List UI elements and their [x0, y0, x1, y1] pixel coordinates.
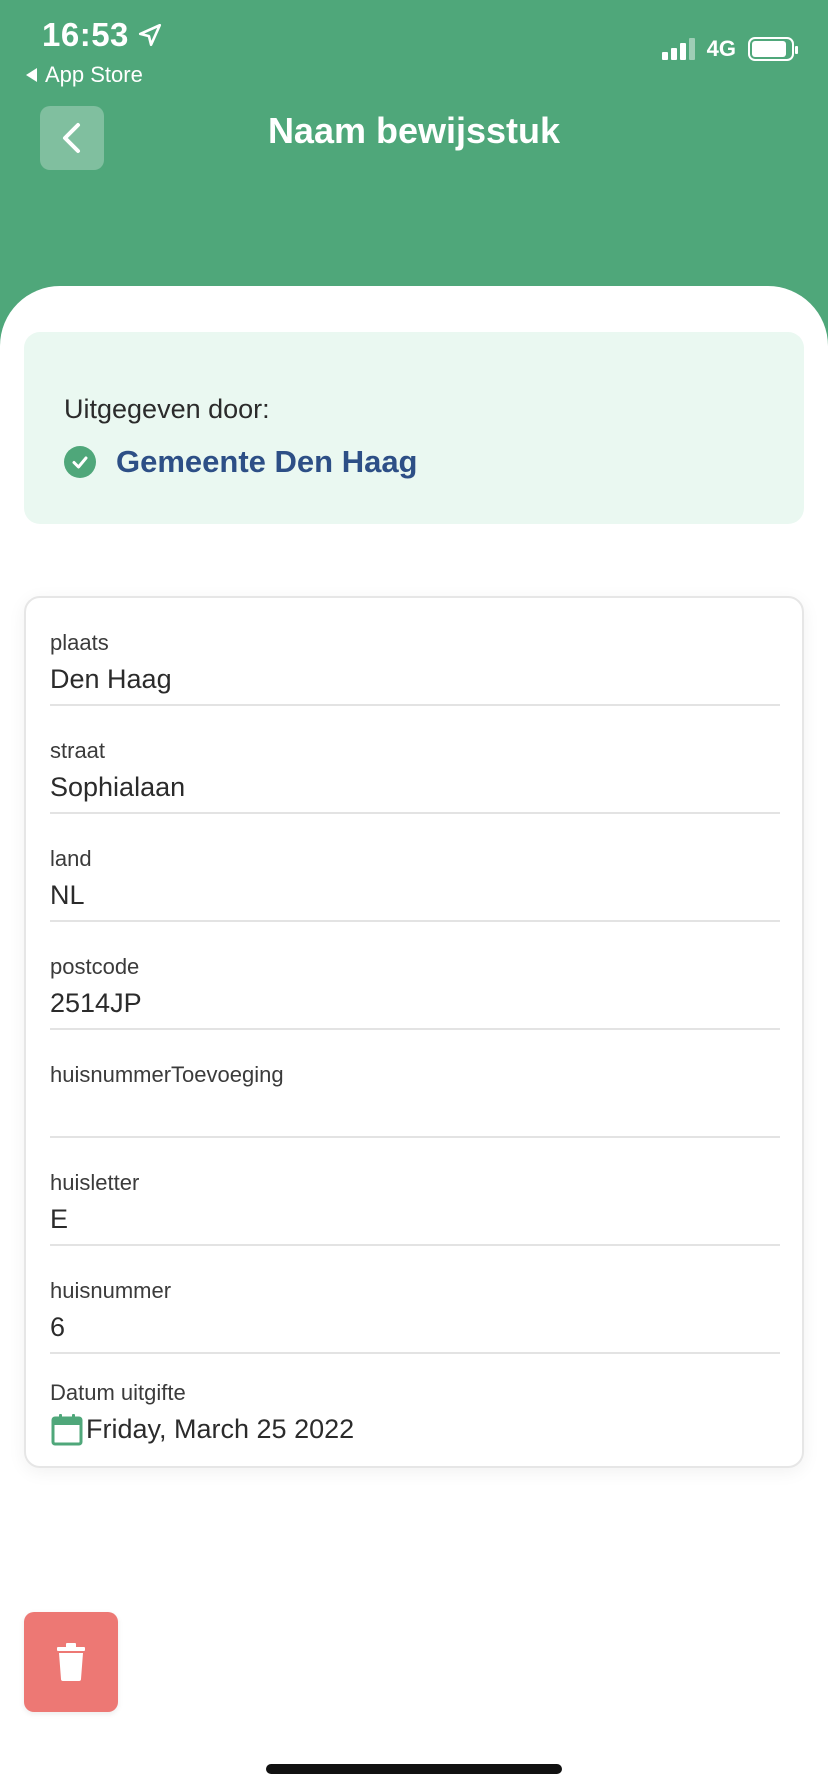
divider: [50, 1352, 780, 1354]
back-triangle-icon: [26, 68, 37, 82]
back-to-app-store[interactable]: App Store: [26, 62, 143, 88]
battery-icon: [748, 37, 798, 61]
location-arrow-icon: [138, 23, 161, 47]
field-datum-uitgifte: Datum uitgifte Friday, March 25 2022: [50, 1358, 780, 1458]
date-value: Friday, March 25 2022: [86, 1413, 355, 1444]
attributes-card: plaats Den Haag straat Sophialaan land N…: [24, 596, 804, 1468]
field-label: huisnummer: [50, 1278, 172, 1303]
date-row: Friday, March 25 2022: [50, 1412, 354, 1446]
back-app-label: App Store: [45, 62, 143, 87]
field-value: 2514JP: [50, 988, 142, 1018]
field-land: land NL: [50, 814, 780, 922]
field-value: E: [50, 1204, 69, 1234]
field-value: Den Haag: [50, 664, 172, 694]
field-value: 6: [50, 1312, 66, 1342]
issuer-card: Uitgegeven door: Gemeente Den Haag: [24, 332, 804, 524]
field-huisnummer-toevoeging: huisnummerToevoeging: [50, 1030, 780, 1138]
field-label: Datum uitgifte: [50, 1380, 186, 1405]
status-indicators: 4G: [661, 36, 798, 62]
field-value: Sophialaan: [50, 772, 186, 802]
issuer-label: Uitgegeven door:: [64, 394, 270, 424]
status-time-text: 16:53: [42, 16, 129, 53]
screen: 16:53 App Store 4G Naam bewijsstuk Uitge…: [0, 0, 828, 1792]
field-label: plaats: [50, 630, 109, 655]
status-time: 16:53: [42, 16, 163, 54]
trash-icon: [57, 1643, 85, 1681]
calendar-icon: [51, 1414, 83, 1446]
cellular-signal-icon: [661, 38, 695, 60]
issuer-name: Gemeente Den Haag: [116, 444, 418, 479]
field-label: postcode: [50, 954, 140, 979]
page-title: Naam bewijsstuk: [267, 110, 561, 151]
field-value: NL: [50, 880, 85, 910]
field-postcode: postcode 2514JP: [50, 922, 780, 1030]
verified-check-icon: [64, 446, 96, 478]
field-huisletter: huisletter E: [50, 1138, 780, 1246]
issuer-row: Gemeente Den Haag: [64, 444, 418, 480]
field-label: straat: [50, 738, 106, 763]
field-label: land: [50, 846, 92, 871]
field-straat: straat Sophialaan: [50, 706, 780, 814]
delete-button[interactable]: [24, 1612, 118, 1712]
field-label: huisnummerToevoeging: [50, 1062, 284, 1087]
field-plaats: plaats Den Haag: [50, 598, 780, 706]
network-type: 4G: [706, 36, 736, 61]
field-label: huisletter: [50, 1170, 140, 1195]
home-indicator[interactable]: [266, 1764, 562, 1774]
field-huisnummer: huisnummer 6: [50, 1246, 780, 1354]
